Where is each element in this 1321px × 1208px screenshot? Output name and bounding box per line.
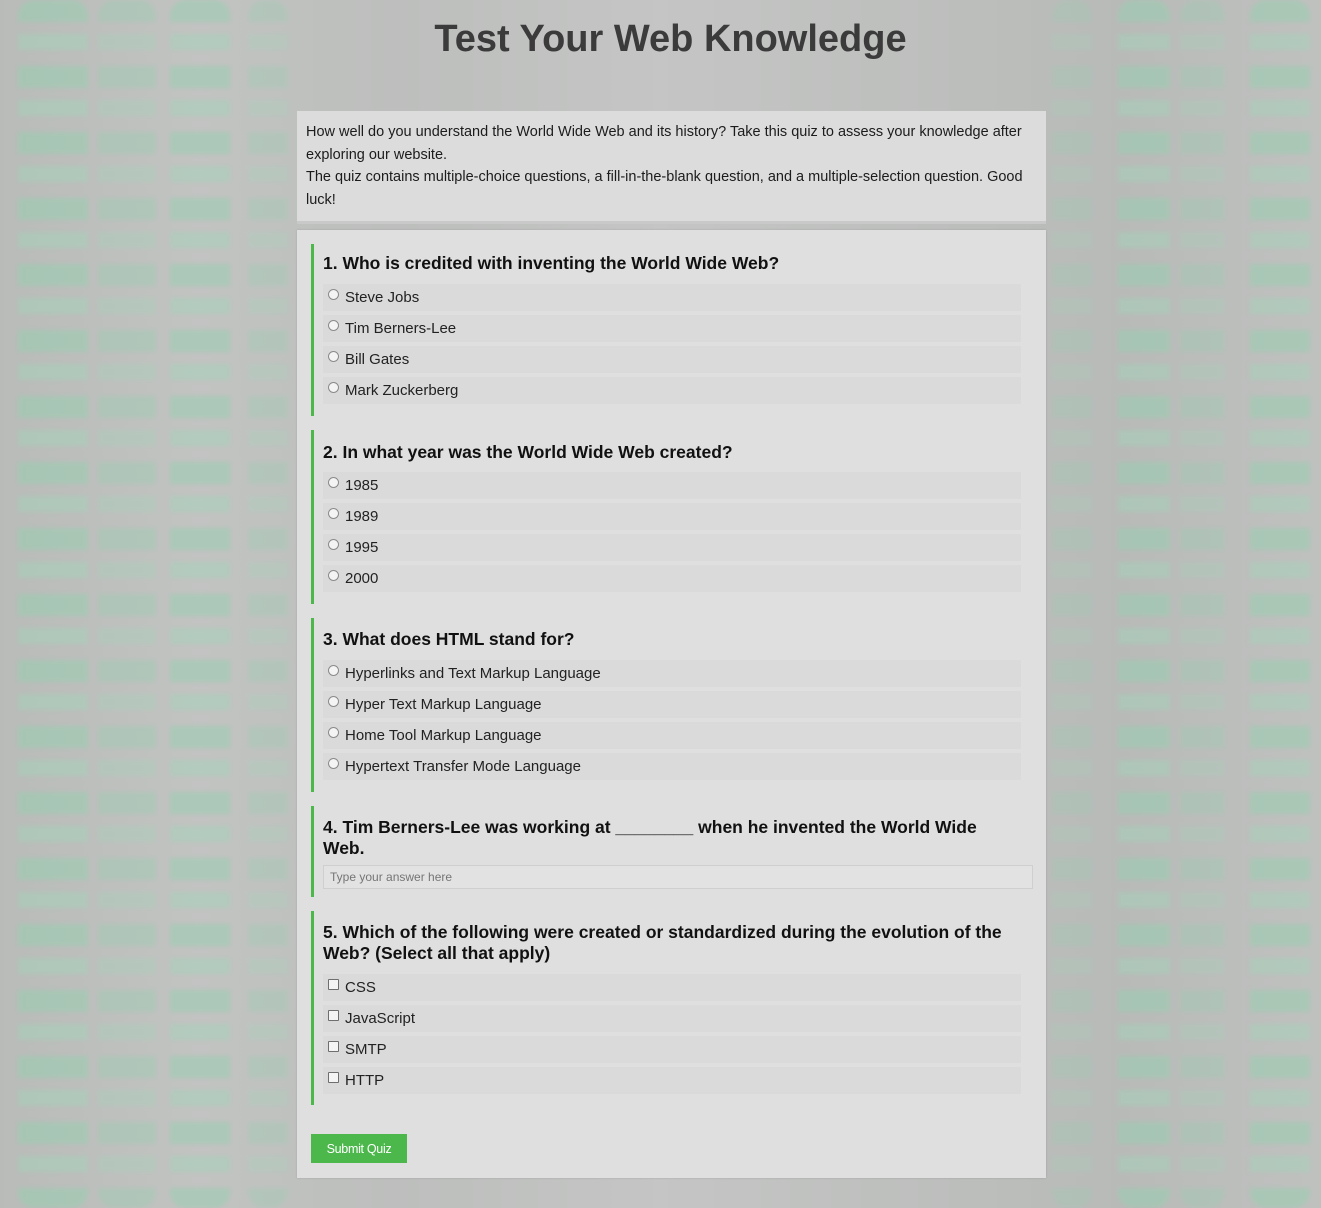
option-mark-zuckerberg[interactable]: Mark Zuckerberg (323, 377, 1021, 404)
option-label: Home Tool Markup Language (345, 727, 542, 744)
option-hypertext-transfer-mode[interactable]: Hypertext Transfer Mode Language (323, 753, 1021, 780)
option-label: Bill Gates (345, 351, 410, 368)
option-tim-berners-lee[interactable]: Tim Berners-Lee (323, 315, 1021, 342)
option-label: Steve Jobs (345, 289, 420, 306)
radio-button[interactable] (328, 508, 339, 519)
radio-button[interactable] (328, 727, 339, 738)
radio-button[interactable] (328, 570, 339, 581)
question-3: 3. What does HTML stand for? Hyperlinks … (311, 618, 1034, 792)
option-label: Mark Zuckerberg (345, 382, 459, 399)
radio-button[interactable] (328, 758, 339, 769)
radio-button[interactable] (328, 539, 339, 550)
answer-input[interactable] (323, 865, 1033, 889)
radio-button[interactable] (328, 696, 339, 707)
radio-button[interactable] (328, 382, 339, 393)
page-title: Test Your Web Knowledge (434, 18, 907, 60)
option-label: Hypertext Transfer Mode Language (345, 758, 581, 775)
option-smtp[interactable]: SMTP (323, 1036, 1021, 1063)
checkbox[interactable] (328, 1072, 339, 1083)
option-javascript[interactable]: JavaScript (323, 1005, 1021, 1032)
option-label: Tim Berners-Lee (345, 320, 457, 337)
option-http[interactable]: HTTP (323, 1067, 1021, 1094)
intro-panel: How well do you understand the World Wid… (297, 111, 1046, 221)
question-2: 2. In what year was the World Wide Web c… (311, 430, 1034, 604)
question-5: 5. Which of the following were created o… (311, 911, 1034, 1105)
option-2000[interactable]: 2000 (323, 565, 1021, 592)
option-label: HTTP (345, 1072, 385, 1089)
option-1985[interactable]: 1985 (323, 472, 1021, 499)
radio-button[interactable] (328, 289, 339, 300)
question-text: 3. What does HTML stand for? (323, 629, 575, 649)
option-steve-jobs[interactable]: Steve Jobs (323, 284, 1021, 311)
option-label: 1995 (345, 539, 379, 556)
option-hyperlinks-text-markup[interactable]: Hyperlinks and Text Markup Language (323, 660, 1021, 687)
intro-text-2: The quiz contains multiple-choice questi… (306, 169, 1023, 208)
submit-quiz-button[interactable]: Submit Quiz (311, 1134, 407, 1163)
checkbox[interactable] (328, 979, 339, 990)
question-text: 2. In what year was the World Wide Web c… (323, 442, 733, 462)
option-home-tool-markup[interactable]: Home Tool Markup Language (323, 722, 1021, 749)
option-label: 1989 (345, 508, 379, 525)
option-css[interactable]: CSS (323, 974, 1021, 1001)
question-text: 4. Tim Berners-Lee was working at ______… (323, 817, 977, 858)
option-label: CSS (345, 979, 376, 996)
option-hyper-text-markup[interactable]: Hyper Text Markup Language (323, 691, 1021, 718)
option-1995[interactable]: 1995 (323, 534, 1021, 561)
option-label: JavaScript (345, 1010, 416, 1027)
question-text: 5. Which of the following were created o… (323, 922, 1002, 963)
option-label: 2000 (345, 570, 379, 587)
radio-button[interactable] (328, 320, 339, 331)
option-label: SMTP (345, 1041, 387, 1058)
option-label: 1985 (345, 477, 379, 494)
radio-button[interactable] (328, 477, 339, 488)
option-bill-gates[interactable]: Bill Gates (323, 346, 1021, 373)
question-text: 1. Who is credited with inventing the Wo… (323, 253, 780, 273)
radio-button[interactable] (328, 665, 339, 676)
question-1: 1. Who is credited with inventing the Wo… (311, 244, 1034, 416)
option-label: Hyperlinks and Text Markup Language (345, 665, 601, 682)
question-4: 4. Tim Berners-Lee was working at ______… (311, 806, 1034, 897)
intro-text-1: How well do you understand the World Wid… (306, 124, 1022, 163)
option-label: Hyper Text Markup Language (345, 696, 542, 713)
checkbox[interactable] (328, 1041, 339, 1052)
checkbox[interactable] (328, 1010, 339, 1021)
quiz-form: 1. Who is credited with inventing the Wo… (297, 230, 1046, 1178)
option-1989[interactable]: 1989 (323, 503, 1021, 530)
radio-button[interactable] (328, 351, 339, 362)
